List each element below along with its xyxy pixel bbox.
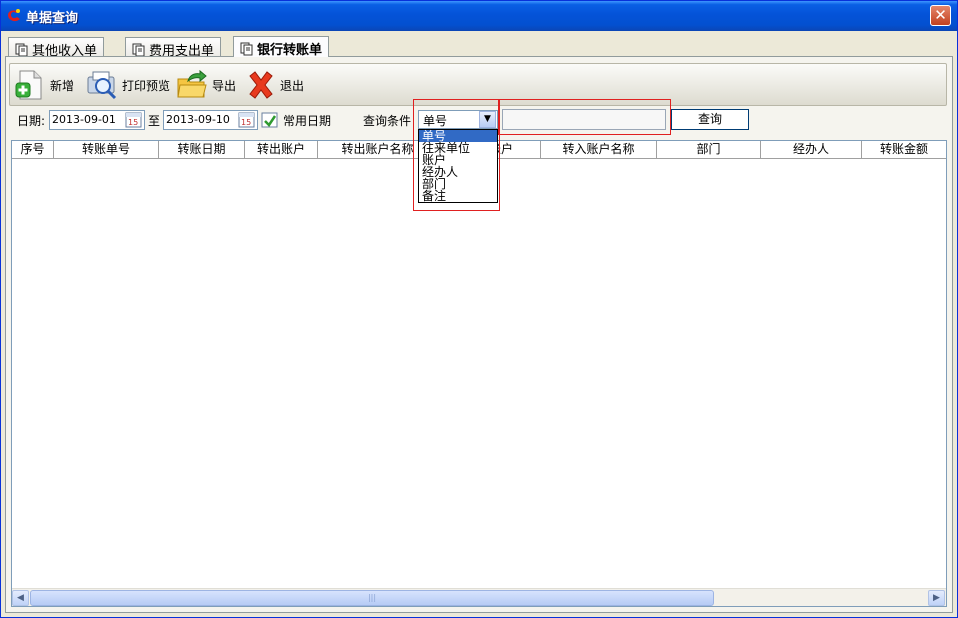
column-header[interactable]: 转出账户 xyxy=(245,141,318,158)
print-preview-label: 打印预览 xyxy=(122,78,171,93)
condition-label: 查询条件 xyxy=(363,114,412,128)
title-bar: 单据查询 ✕ xyxy=(1,1,957,31)
export-label: 导出 xyxy=(212,78,237,93)
horizontal-scrollbar[interactable]: ◀ ||| ▶ xyxy=(12,588,946,606)
column-header[interactable]: 经办人 xyxy=(761,141,862,158)
new-button[interactable]: 新增 xyxy=(14,68,74,102)
column-header[interactable]: 转入账户名称 xyxy=(541,141,657,158)
exit-x-icon xyxy=(249,71,273,99)
to-label: 至 xyxy=(148,114,161,128)
calendar-icon[interactable]: 15 xyxy=(125,111,143,129)
column-header[interactable]: 序号 xyxy=(12,141,54,158)
window-title: 单据查询 xyxy=(26,11,79,26)
scrollbar-thumb[interactable]: ||| xyxy=(30,590,714,606)
svg-text:15: 15 xyxy=(241,118,251,127)
toolbar: 新增 打印预览 导出 退出 xyxy=(9,63,947,106)
print-preview-button[interactable]: 打印预览 xyxy=(86,68,170,102)
condition-dropdown-list: 单号 往来单位 账户 经办人 部门 备注 xyxy=(418,129,498,203)
dropdown-option[interactable]: 备注 xyxy=(419,190,497,202)
document-icon xyxy=(240,42,253,56)
chevron-down-icon[interactable]: ▼ xyxy=(479,111,496,128)
export-button[interactable]: 导出 xyxy=(176,68,236,102)
calendar-icon[interactable]: 15 xyxy=(238,111,256,129)
exit-button[interactable]: 退出 xyxy=(246,68,304,102)
column-header[interactable]: 转账日期 xyxy=(159,141,245,158)
tab-label: 银行转账单 xyxy=(257,43,323,58)
tab-bank-transfer[interactable]: 银行转账单 xyxy=(233,36,330,58)
data-grid[interactable]: 序号 转账单号 转账日期 转出账户 转出账户名称 转入账户 转入账户名称 部门 … xyxy=(11,140,947,607)
common-date-calendar-icon[interactable] xyxy=(261,111,279,129)
scroll-left-icon[interactable]: ◀ xyxy=(12,590,29,606)
query-window: 单据查询 ✕ 其他收入单 费用支出单 银行转账单 新增 打印预览 导出 退出 日… xyxy=(0,0,958,618)
column-header[interactable]: 转账单号 xyxy=(54,141,159,158)
new-document-icon xyxy=(15,70,42,100)
exit-label: 退出 xyxy=(280,78,305,93)
document-icon xyxy=(132,43,145,57)
common-date-label[interactable]: 常用日期 xyxy=(283,112,331,129)
svg-text:15: 15 xyxy=(128,118,138,127)
search-input[interactable] xyxy=(502,109,666,130)
column-header[interactable]: 部门 xyxy=(657,141,761,158)
app-logo-icon xyxy=(8,9,20,22)
scroll-right-icon[interactable]: ▶ xyxy=(928,590,945,606)
tab-other-income[interactable]: 其他收入单 xyxy=(8,37,105,59)
export-folder-icon xyxy=(177,69,207,98)
new-label: 新增 xyxy=(50,78,75,93)
tab-expense[interactable]: 费用支出单 xyxy=(125,37,222,59)
search-button[interactable]: 查询 xyxy=(671,109,749,130)
print-preview-icon xyxy=(87,71,117,100)
close-button[interactable]: ✕ xyxy=(930,5,951,26)
column-header[interactable]: 转账金额 xyxy=(862,141,946,158)
document-icon xyxy=(15,43,28,57)
date-label: 日期: xyxy=(17,114,46,128)
